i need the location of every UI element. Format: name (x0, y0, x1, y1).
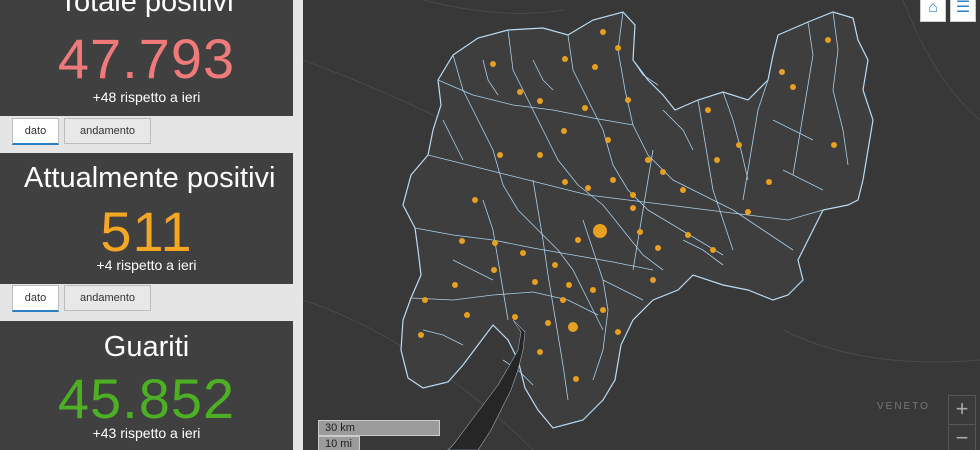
home-icon: ⌂ (928, 0, 938, 16)
list-icon: ☰ (955, 0, 971, 16)
tab-dato[interactable]: dato (12, 285, 59, 312)
scale-bar-mi: 10 mi (318, 436, 360, 450)
tab-andamento[interactable]: andamento (64, 285, 151, 311)
guariti-card: Guariti 45.852 +43 rispetto a ieri (0, 321, 293, 450)
card-value: 45.852 (57, 367, 236, 430)
zoom-in-button[interactable]: + (948, 395, 976, 425)
veneto-label: VENETO (877, 401, 930, 412)
attualmente-positivi-card: Attualmente positivi 511 +4 rispetto a i… (0, 153, 293, 284)
home-button[interactable]: ⌂ (920, 0, 946, 22)
map-canvas[interactable] (303, 0, 980, 450)
totale-positivi-card: Totale positivi 47.793 +48 rispetto a ie… (0, 0, 293, 116)
map-dot-trento[interactable] (593, 224, 607, 238)
card-delta: +43 rispetto a ieri (92, 425, 201, 441)
card-delta: +48 rispetto a ieri (92, 89, 201, 105)
province-outline (400, 11, 874, 429)
card-title: Totale positivi (59, 0, 234, 18)
card-title: Attualmente positivi (24, 162, 276, 194)
card-value: 47.793 (57, 27, 236, 90)
tab-andamento[interactable]: andamento (64, 118, 151, 144)
trentino-map[interactable]: ⌂ ☰ VENETO + − 30 km 10 mi (303, 0, 980, 450)
tab-dato[interactable]: dato (12, 118, 59, 145)
dashboard-sidebar: Totale positivi 47.793 +48 rispetto a ie… (0, 0, 300, 450)
card-delta: +4 rispetto a ieri (96, 257, 197, 273)
card-title: Guariti (103, 331, 190, 363)
scale-bar-km: 30 km (318, 420, 440, 436)
zoom-out-button[interactable]: − (948, 424, 976, 450)
card-value: 511 (100, 200, 193, 263)
legend-button[interactable]: ☰ (950, 0, 976, 22)
